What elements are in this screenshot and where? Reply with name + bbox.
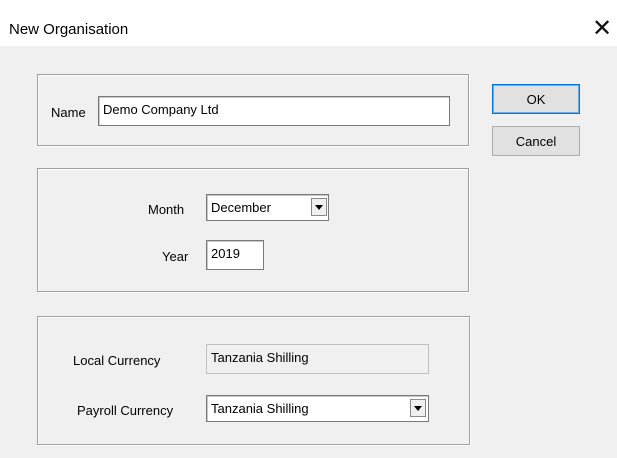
name-input[interactable]: Demo Company Ltd [98, 96, 450, 126]
currency-group: Local Currency Tanzania Shilling Payroll… [37, 316, 470, 445]
month-select[interactable]: December [206, 194, 329, 221]
title-bar: New Organisation ✕ [0, 0, 617, 46]
year-input[interactable]: 2019 [206, 240, 264, 270]
local-currency-label: Local Currency [73, 353, 161, 368]
period-group: Month December Year 2019 [37, 168, 469, 292]
month-label: Month [148, 202, 185, 217]
local-currency-field: Tanzania Shilling [206, 344, 429, 374]
chevron-down-icon[interactable] [311, 198, 327, 216]
payroll-currency-select[interactable]: Tanzania Shilling [206, 395, 429, 422]
cancel-button[interactable]: Cancel [492, 126, 580, 156]
name-group: Name Demo Company Ltd [37, 74, 469, 146]
window-title: New Organisation [9, 21, 129, 38]
dialog-window: New Organisation ✕ Name Demo Company Ltd… [0, 0, 617, 458]
ok-button[interactable]: OK [492, 84, 580, 114]
payroll-currency-value: Tanzania Shilling [211, 401, 309, 416]
chevron-down-icon[interactable] [410, 399, 426, 417]
year-label: Year [162, 249, 189, 264]
close-icon[interactable]: ✕ [587, 14, 617, 44]
month-select-value: December [211, 200, 271, 215]
name-label: Name [51, 105, 86, 120]
payroll-currency-label: Payroll Currency [77, 403, 174, 418]
